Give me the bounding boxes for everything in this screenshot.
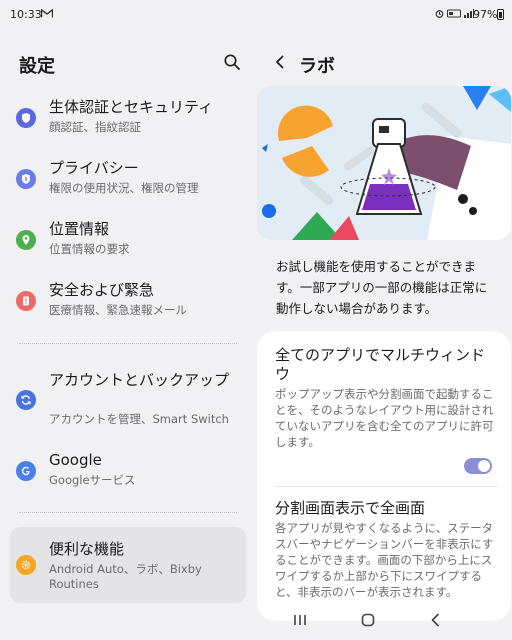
shield-icon [16,108,36,128]
feature-title: 全てのアプリでマルチウィンドウ [275,346,486,383]
settings-item-privacy[interactable]: プライバシー 権限の使用状況、権限の管理 [10,151,246,207]
page-title: 設定 [19,56,55,77]
section-divider [19,512,237,513]
item-subtitle: アカウントを管理、Smart Switch [49,412,229,426]
sync-icon [16,390,36,410]
item-title: 位置情報 [49,220,110,238]
gmail-icon [41,9,53,18]
labs-intro-text: お試し機能を使用することができます。一部アプリの一部の機能は正常に動作しない場合… [276,259,488,316]
card-divider [275,486,497,487]
privacy-shield-icon [16,169,36,189]
item-subtitle: 医療情報、緊急速報メール [49,303,187,317]
multiwindow-toggle[interactable] [464,458,492,474]
item-title: 便利な機能 [49,540,125,558]
emergency-icon [16,291,36,311]
section-divider [19,343,237,344]
item-title: Google [49,451,102,469]
feature-description: ポップアップ表示や分割画面で起動することを、そのようなレイアウト用に設計されてい… [275,387,494,449]
back-icon[interactable] [428,612,444,628]
item-subtitle: 権限の使用状況、権限の管理 [49,181,199,195]
home-icon[interactable] [360,612,376,628]
settings-pane: 設定 生体認証とセキュリティ 顔認証、指紋認証 プライバシー 権限の使用状況、権… [0,30,256,610]
status-bar: 10:33 97% [0,0,512,30]
labs-title: ラボ [299,56,335,77]
labs-features-card: 全てのアプリでマルチウィンドウ ポップアップ表示や分割画面で起動することを、その… [257,331,511,621]
settings-item-biometrics[interactable]: 生体認証とセキュリティ 顔認証、指紋認証 [10,90,246,146]
recents-icon[interactable] [292,612,308,628]
settings-item-google[interactable]: Google Googleサービス [10,443,246,499]
feature-description: 各アプリが見やすくなるように、ステータスバーやナビゲーションバーを非表示にするこ… [275,521,494,599]
lab-flask-illustration [257,86,511,240]
google-icon [16,461,36,481]
battery-icon [497,9,504,20]
item-title: 安全および緊急 [49,281,155,299]
navigation-bar [256,606,512,636]
item-subtitle: 顔認証、指紋認証 [49,120,141,134]
labs-pane: ラボ お試し機能を使用することができます。一部アプリの一部の機能は正常に動作しな… [256,30,512,621]
location-pin-icon [16,230,36,250]
alarm-icon [435,10,444,18]
status-time: 10:33 [10,8,42,21]
battery-percent: 97% [473,8,498,21]
labs-illustration [257,86,511,240]
settings-item-location[interactable]: 位置情報 位置情報の要求 [10,212,246,268]
status-icons [435,9,474,18]
settings-item-accounts[interactable]: アカウントとバックアップ アカウントを管理、Smart Switch [10,365,246,435]
feature-title: 分割画面表示で全画面 [275,499,426,517]
back-arrow-icon[interactable] [270,52,290,72]
settings-item-advanced-features[interactable]: 便利な機能 Android Auto、ラボ、Bixby Routines [10,527,246,603]
item-subtitle: 位置情報の要求 [49,242,130,256]
toggle-knob [478,460,490,472]
gear-plus-icon [16,555,36,575]
item-title: 生体認証とセキュリティ [49,98,214,116]
item-subtitle: Googleサービス [49,473,136,487]
item-title: プライバシー [49,159,139,177]
settings-item-safety[interactable]: 安全および緊急 医療情報、緊急速報メール [10,273,246,329]
item-title: アカウントとバックアップ [49,371,230,389]
item-subtitle: Android Auto、ラボ、Bixby Routines [49,562,202,591]
volte-icon [447,9,461,18]
search-icon[interactable] [222,52,242,72]
